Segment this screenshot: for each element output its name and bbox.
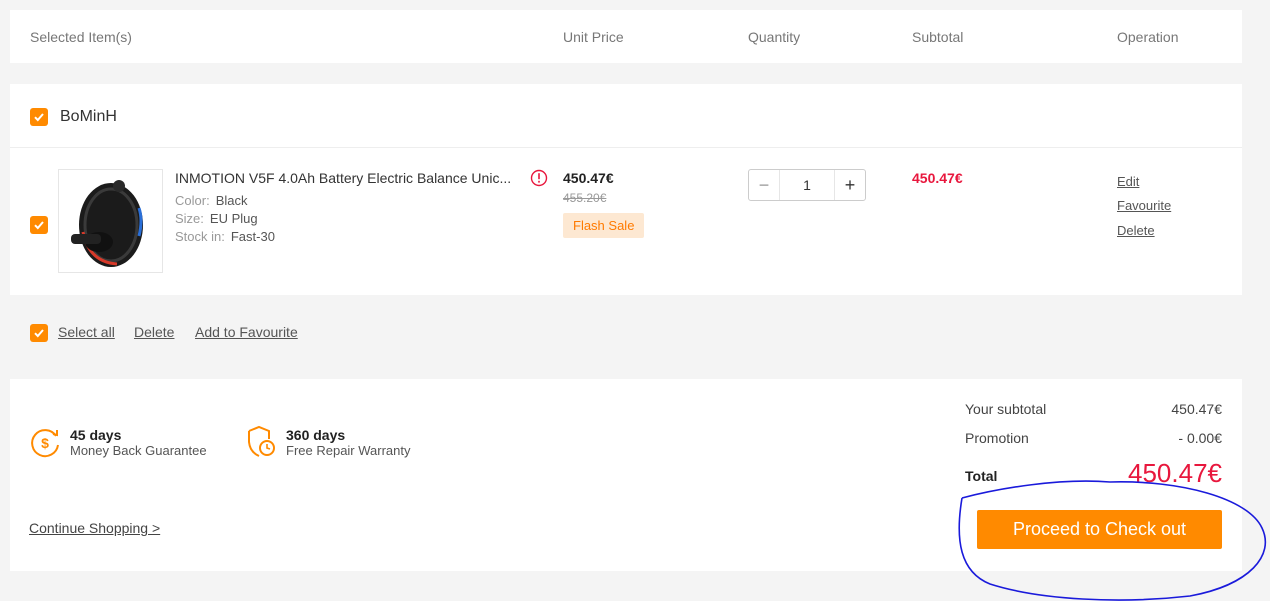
product-size: Size: EU Plug bbox=[175, 211, 258, 226]
edit-link[interactable]: Edit bbox=[1117, 174, 1139, 189]
warranty-subtitle: Free Repair Warranty bbox=[286, 443, 411, 458]
stock-label: Stock in: bbox=[175, 229, 225, 244]
total-value: 450.47€ bbox=[1128, 458, 1222, 488]
svg-text:$: $ bbox=[41, 435, 49, 451]
favourite-link[interactable]: Favourite bbox=[1117, 198, 1171, 213]
warranty-title: 360 days bbox=[286, 427, 346, 443]
promotion-label: Promotion bbox=[965, 430, 1029, 446]
guarantee-subtitle: Money Back Guarantee bbox=[70, 443, 207, 458]
product-name[interactable]: INMOTION V5F 4.0Ah Battery Electric Bala… bbox=[175, 170, 511, 186]
select-all-link[interactable]: Select all bbox=[58, 324, 115, 340]
quantity-input[interactable]: 1 bbox=[779, 170, 835, 200]
color-label: Color: bbox=[175, 193, 210, 208]
unicycle-image bbox=[71, 180, 143, 267]
color-value: Black bbox=[215, 193, 248, 208]
quantity-stepper: − 1 + bbox=[748, 169, 866, 201]
header-operation: Operation bbox=[1117, 29, 1179, 45]
order-summary: $ 45 days Money Back Guarantee 360 days … bbox=[10, 379, 1242, 571]
select-all-checkbox[interactable] bbox=[30, 324, 48, 342]
header-selected-items: Selected Item(s) bbox=[30, 29, 132, 45]
size-value: EU Plug bbox=[209, 211, 258, 226]
guarantee-title: 45 days bbox=[70, 427, 122, 443]
money-back-icon: $ bbox=[31, 429, 59, 458]
checkmark-icon bbox=[34, 329, 44, 338]
total-label: Total bbox=[965, 468, 998, 484]
product-stock: Stock in: Fast-30 bbox=[175, 229, 275, 244]
delete-link[interactable]: Delete bbox=[1117, 223, 1155, 238]
stock-value: Fast-30 bbox=[230, 229, 275, 244]
unit-price: 450.47€ bbox=[563, 170, 614, 186]
checkout-button[interactable]: Proceed to Check out bbox=[977, 510, 1222, 549]
continue-shopping-link[interactable]: Continue Shopping > bbox=[29, 520, 160, 536]
checkmark-icon bbox=[34, 221, 44, 230]
increase-quantity-button[interactable]: + bbox=[835, 170, 865, 200]
flash-sale-badge: Flash Sale bbox=[563, 213, 645, 238]
subtotal-label: Your subtotal bbox=[965, 401, 1047, 417]
store-group: BoMinH INMOTION V5F 4.0Ah Battery Electr… bbox=[10, 84, 1242, 295]
warranty-shield-icon bbox=[248, 425, 275, 457]
header-subtotal: Subtotal bbox=[912, 29, 964, 45]
header-quantity: Quantity bbox=[748, 29, 801, 45]
product-thumbnail[interactable] bbox=[58, 169, 163, 273]
item-checkbox[interactable] bbox=[30, 216, 48, 234]
add-to-favourite-link[interactable]: Add to Favourite bbox=[195, 324, 298, 340]
store-name: BoMinH bbox=[60, 108, 117, 125]
original-price: 455.20€ bbox=[563, 191, 607, 205]
bulk-delete-link[interactable]: Delete bbox=[134, 324, 174, 340]
alert-icon[interactable] bbox=[530, 169, 548, 187]
store-checkbox[interactable] bbox=[30, 108, 48, 126]
size-label: Size: bbox=[175, 211, 204, 226]
promotion-value: - 0.00€ bbox=[1178, 430, 1222, 446]
divider bbox=[10, 147, 1242, 148]
checkmark-icon bbox=[34, 113, 44, 122]
subtotal-value: 450.47€ bbox=[1171, 401, 1222, 417]
decrease-quantity-button[interactable]: − bbox=[749, 170, 779, 200]
cart-header: Selected Item(s) Unit Price Quantity Sub… bbox=[10, 10, 1242, 63]
product-color: Color: Black bbox=[175, 193, 247, 208]
item-subtotal: 450.47€ bbox=[912, 170, 963, 186]
header-unit-price: Unit Price bbox=[563, 29, 624, 45]
